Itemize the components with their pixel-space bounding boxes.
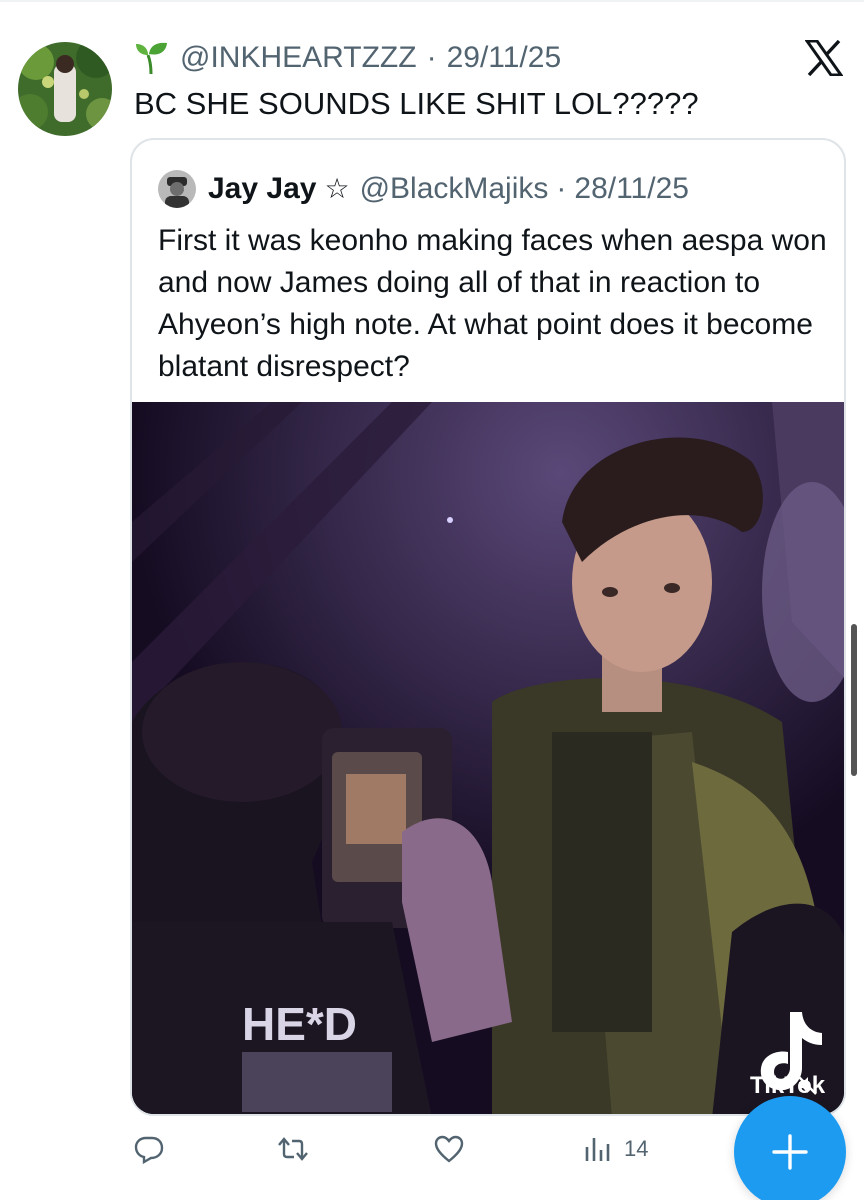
avatar[interactable] bbox=[18, 42, 112, 136]
quote-avatar[interactable] bbox=[158, 170, 196, 208]
quoted-tweet[interactable]: Jay Jay ☆ @BlackMajiks · 28/11/25 First … bbox=[130, 138, 846, 1116]
divider bbox=[0, 0, 864, 2]
repost-icon bbox=[278, 1137, 308, 1161]
views-count: 14 bbox=[624, 1136, 649, 1161]
repost-button[interactable] bbox=[278, 1134, 308, 1164]
x-logo-icon[interactable] bbox=[805, 40, 843, 76]
scrollbar[interactable] bbox=[851, 624, 857, 776]
reply-icon bbox=[134, 1136, 164, 1164]
shirt-print-text: HE*D bbox=[242, 998, 357, 1050]
compose-icon bbox=[772, 1134, 808, 1170]
quote-author-name[interactable]: Jay Jay bbox=[208, 172, 316, 206]
quote-header: Jay Jay ☆ @BlackMajiks · 28/11/25 bbox=[158, 168, 689, 210]
meta-separator: · bbox=[426, 41, 437, 74]
quote-author-handle[interactable]: @BlackMajiks bbox=[360, 172, 549, 206]
mute-icon[interactable] bbox=[796, 1074, 818, 1096]
tweet-date[interactable]: 29/11/25 bbox=[447, 41, 562, 75]
views-button[interactable]: 14 bbox=[584, 1134, 648, 1164]
compose-button[interactable] bbox=[734, 1096, 846, 1200]
reply-button[interactable] bbox=[134, 1134, 164, 1164]
tweet-header: @INKHEARTZZZ · 29/11/25 bbox=[134, 38, 561, 78]
like-button[interactable] bbox=[434, 1134, 464, 1164]
sprout-icon bbox=[136, 42, 167, 75]
views-icon bbox=[585, 1138, 610, 1161]
quote-meta-separator: · bbox=[556, 172, 567, 205]
author-handle[interactable]: @INKHEARTZZZ bbox=[180, 41, 417, 75]
like-icon bbox=[434, 1135, 464, 1163]
tweet-text: BC SHE SOUNDS LIKE SHIT LOL????? bbox=[134, 86, 699, 121]
quote-date[interactable]: 28/11/25 bbox=[574, 172, 689, 206]
video-thumbnail[interactable]: HE*D TikTok bbox=[132, 402, 844, 1114]
quote-text: First it was keonho making faces when ae… bbox=[158, 224, 827, 383]
star-icon: ☆ bbox=[324, 173, 350, 204]
tweet-page: @INKHEARTZZZ · 29/11/25 BC SHE SOUNDS LI… bbox=[0, 0, 864, 1200]
